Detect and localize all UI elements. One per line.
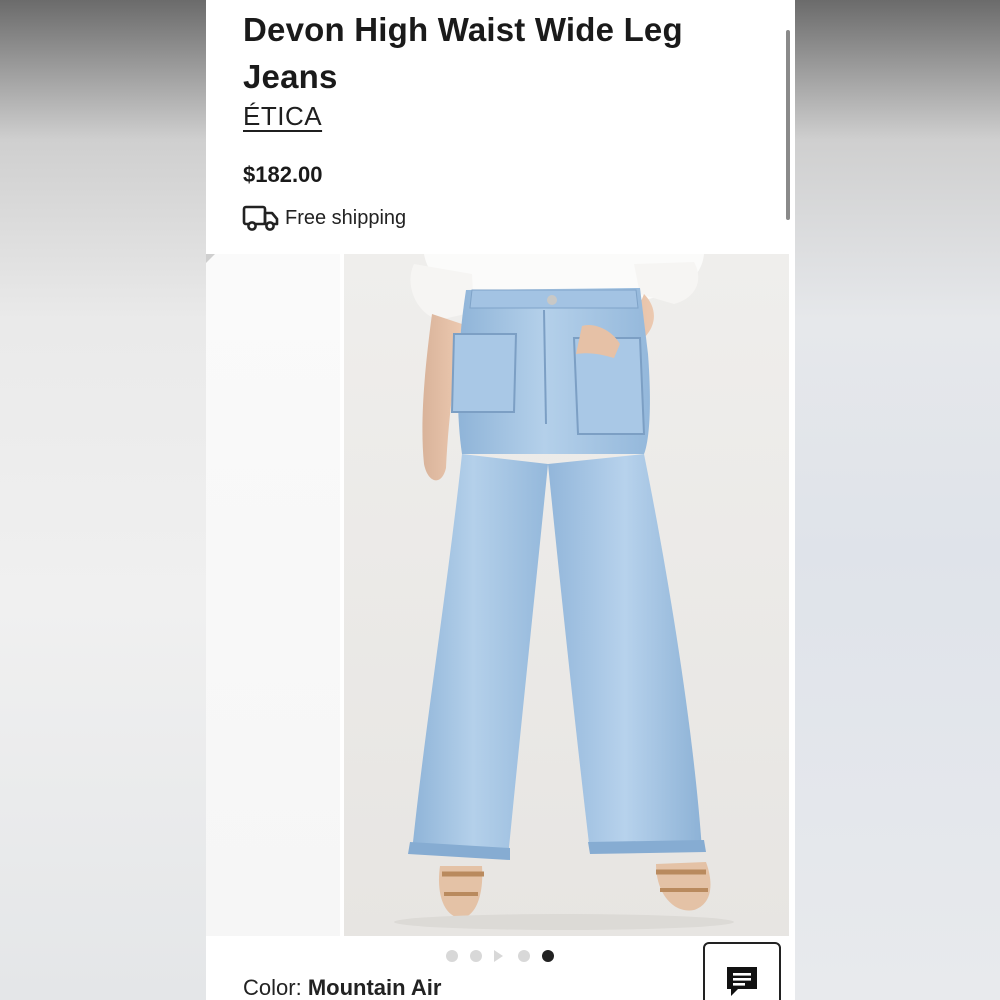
image-gallery[interactable] [206,254,795,936]
color-value: Mountain Air [307,975,442,1000]
product-page: Devon High Waist Wide Leg Jeans ÉTICA $1… [206,0,795,1000]
brand-link[interactable]: ÉTICA [243,101,322,132]
backdrop-left [0,0,206,1000]
product-title: Devon High Waist Wide Leg Jeans [243,11,683,95]
color-label: Color: [243,975,302,1000]
shipping-info: Free shipping [242,203,406,233]
gallery-dot-1[interactable] [446,950,458,962]
gallery-video-dot[interactable] [494,950,503,962]
truck-icon [242,203,279,233]
gallery-dot-2[interactable] [470,950,482,962]
shipping-label: Free shipping [285,206,407,229]
previous-image-peek[interactable] [206,254,340,936]
product-photo[interactable] [344,254,789,936]
chat-icon [724,964,760,1000]
color-option: Color: Mountain Air [243,975,441,1000]
corner-marker [206,254,215,263]
chat-button[interactable] [703,942,781,1000]
product-price: $182.00 [243,162,323,187]
gallery-dot-4[interactable] [518,950,530,962]
gallery-dot-5-active[interactable] [542,950,554,962]
backdrop-right [794,0,1000,1000]
gallery-pagination [446,950,566,962]
scrollbar[interactable] [786,30,790,220]
